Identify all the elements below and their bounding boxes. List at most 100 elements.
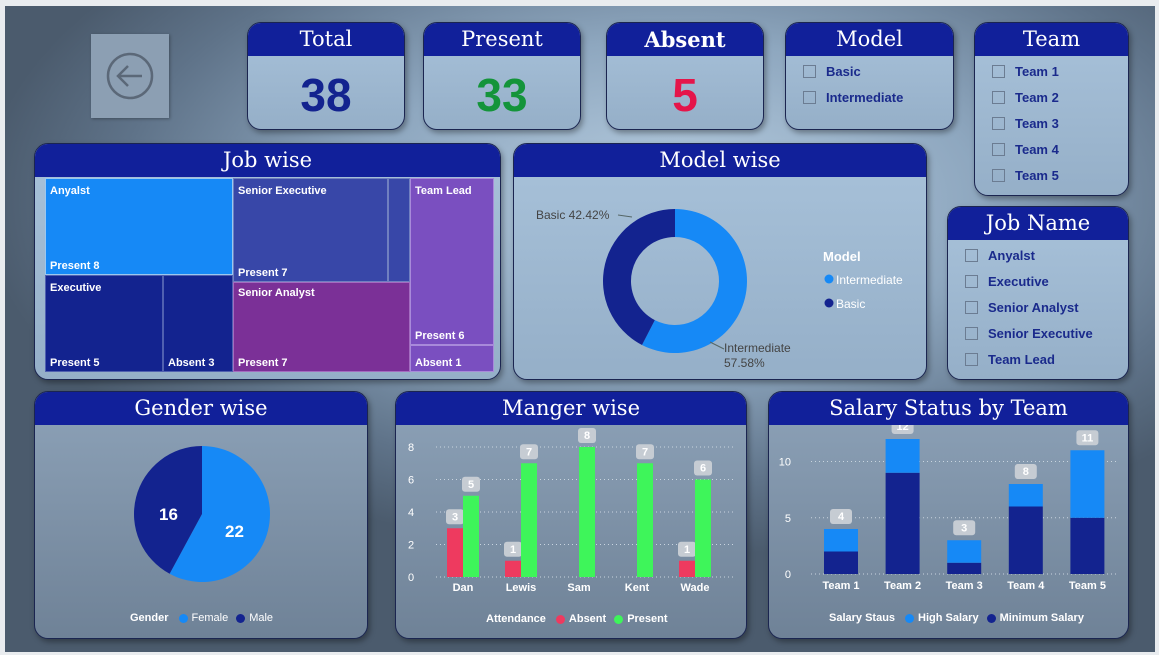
checkbox-icon[interactable] bbox=[992, 168, 1005, 182]
checkbox-icon[interactable] bbox=[803, 64, 816, 78]
treemap-cell-senior-executive[interactable]: Senior Executive Present 7 bbox=[233, 178, 388, 282]
bar-high-salary[interactable] bbox=[824, 529, 858, 552]
legend-dot-basic bbox=[824, 298, 834, 308]
bar-absent[interactable] bbox=[505, 560, 521, 577]
job-option[interactable]: Senior Analyst bbox=[948, 294, 1128, 320]
bar-minimum-salary[interactable] bbox=[1070, 517, 1105, 574]
treemap-cell-team-lead-present[interactable]: Team Lead Present 6 bbox=[410, 178, 494, 345]
checkbox-icon[interactable] bbox=[803, 90, 816, 104]
treemap-label: Senior Executive bbox=[238, 185, 327, 197]
treemap-label: Present 7 bbox=[238, 267, 288, 279]
team-option-label: Team 4 bbox=[1015, 141, 1059, 157]
team-option-label: Team 1 bbox=[1015, 63, 1059, 79]
treemap-label: Present 8 bbox=[50, 260, 100, 272]
x-tick-label: Sam bbox=[567, 582, 590, 594]
data-label: 4 bbox=[838, 511, 845, 523]
back-button[interactable] bbox=[91, 34, 169, 118]
bar-absent[interactable] bbox=[447, 528, 463, 577]
checkbox-icon[interactable] bbox=[992, 64, 1005, 78]
kpi-present-value: 33 bbox=[476, 69, 528, 121]
team-slicer: Team Team 1 Team 2 Team 3 Team 4 Team 5 bbox=[974, 22, 1129, 196]
team-option[interactable]: Team 3 bbox=[975, 110, 1128, 136]
checkbox-icon[interactable] bbox=[965, 300, 978, 314]
treemap-cell-executive-present[interactable]: Executive Present 5 bbox=[45, 275, 163, 372]
model-slicer: Model Basic Intermediate bbox=[785, 22, 954, 130]
y-tick-label: 0 bbox=[785, 569, 791, 581]
y-tick-label: 0 bbox=[408, 572, 414, 584]
bar-minimum-salary[interactable] bbox=[824, 551, 858, 575]
salary-status-title: Salary Status by Team bbox=[769, 392, 1128, 425]
salary-status-chart: 0 5 10 4 Team 1 12 Team 2 3 Team 3 8 Team 4 11 Team … bbox=[779, 425, 1119, 592]
kpi-absent-label: Absent bbox=[607, 23, 763, 56]
job-option-label: Senior Executive bbox=[988, 325, 1093, 341]
team-option[interactable]: Team 2 bbox=[975, 84, 1128, 110]
pie-label-male: 16 bbox=[159, 505, 178, 524]
y-tick-label: 8 bbox=[408, 442, 414, 454]
data-label: 3 bbox=[452, 511, 458, 523]
job-option[interactable]: Executive bbox=[948, 268, 1128, 294]
legend-title: Salary Staus bbox=[829, 612, 896, 624]
x-tick-label: Team 3 bbox=[946, 580, 983, 592]
job-option[interactable]: Senior Executive bbox=[948, 320, 1128, 346]
checkbox-icon[interactable] bbox=[965, 352, 978, 366]
checkbox-icon[interactable] bbox=[965, 326, 978, 340]
bar-absent[interactable] bbox=[679, 560, 695, 577]
legend-absent: Absent bbox=[568, 613, 607, 625]
bar-high-salary[interactable] bbox=[1008, 484, 1043, 507]
legend-dot-minimum-salary bbox=[986, 613, 996, 623]
x-tick-label: Dan bbox=[453, 582, 474, 594]
salary-status-panel: Salary Status by Team 0 5 10 4 Team 1 12 Team … bbox=[768, 391, 1129, 639]
legend-female: Female bbox=[191, 612, 229, 624]
bar-present[interactable] bbox=[695, 479, 711, 578]
treemap-label: Absent 1 bbox=[415, 357, 462, 369]
treemap-cell-executive-absent[interactable]: Absent 3 bbox=[163, 275, 233, 372]
model-option-intermediate[interactable]: Intermediate bbox=[786, 84, 953, 110]
model-option-basic[interactable]: Basic bbox=[786, 58, 953, 84]
x-tick-label: Team 5 bbox=[1069, 580, 1106, 592]
bar-minimum-salary[interactable] bbox=[885, 472, 920, 574]
checkbox-icon[interactable] bbox=[965, 248, 978, 262]
treemap-cell-senior-executive-absent[interactable] bbox=[388, 178, 410, 282]
team-option-label: Team 5 bbox=[1015, 167, 1059, 183]
job-option-label: Team Lead bbox=[988, 351, 1055, 367]
checkbox-icon[interactable] bbox=[992, 142, 1005, 156]
bar-minimum-salary[interactable] bbox=[1008, 506, 1043, 575]
team-option[interactable]: Team 4 bbox=[975, 136, 1128, 162]
gender-legend: Gender Female Male bbox=[130, 612, 273, 624]
team-option[interactable]: Team 1 bbox=[975, 58, 1128, 84]
job-wise-treemap: Anyalst Present 8 Senior Executive Prese… bbox=[45, 178, 494, 372]
treemap-cell-anyalst-present[interactable]: Anyalst Present 8 bbox=[45, 178, 233, 275]
bar-present[interactable] bbox=[463, 495, 479, 577]
treemap-cell-senior-analyst[interactable]: Senior Analyst Present 7 bbox=[233, 282, 410, 372]
job-option[interactable]: Anyalst bbox=[948, 242, 1128, 268]
treemap-label: Present 6 bbox=[415, 330, 465, 342]
checkbox-icon[interactable] bbox=[992, 90, 1005, 104]
model-option-label: Intermediate bbox=[826, 89, 904, 105]
x-tick-label: Team 4 bbox=[1007, 580, 1045, 592]
job-option[interactable]: Team Lead bbox=[948, 346, 1128, 372]
kpi-present-label: Present bbox=[424, 23, 580, 56]
manager-wise-chart: 0 2 4 6 8 3 5 Dan 1 7 Lewis 8 Sam 7 Kent 1 6 Wade bbox=[408, 428, 736, 594]
job-option-label: Executive bbox=[988, 273, 1049, 289]
bar-high-salary[interactable] bbox=[1070, 450, 1105, 518]
bar-high-salary[interactable] bbox=[947, 540, 982, 563]
donut-label-basic: Basic 42.42% bbox=[536, 208, 610, 222]
bar-minimum-salary[interactable] bbox=[947, 562, 982, 574]
model-slicer-title: Model bbox=[786, 23, 953, 56]
bar-present[interactable] bbox=[521, 463, 537, 577]
bar-present[interactable] bbox=[637, 463, 653, 577]
checkbox-icon[interactable] bbox=[965, 274, 978, 288]
legend-dot-female bbox=[178, 613, 188, 623]
checkbox-icon[interactable] bbox=[992, 116, 1005, 130]
data-label: 6 bbox=[700, 463, 706, 475]
bar-present[interactable] bbox=[579, 447, 595, 577]
bar-high-salary[interactable] bbox=[885, 439, 920, 473]
team-option[interactable]: Team 5 bbox=[975, 162, 1128, 188]
kpi-total-card: Total 38 bbox=[247, 22, 405, 130]
gender-wise-title: Gender wise bbox=[35, 392, 367, 425]
treemap-cell-team-lead-absent[interactable]: Absent 1 bbox=[410, 345, 494, 372]
job-option-label: Senior Analyst bbox=[988, 299, 1079, 315]
manager-wise-panel: Manger wise 0 2 4 6 8 3 5 Dan 1 7 Lewis 8 Sam 7 Kent 1 6… bbox=[395, 391, 747, 639]
pie-label-female: 22 bbox=[225, 522, 244, 541]
y-tick-label: 2 bbox=[408, 540, 414, 552]
